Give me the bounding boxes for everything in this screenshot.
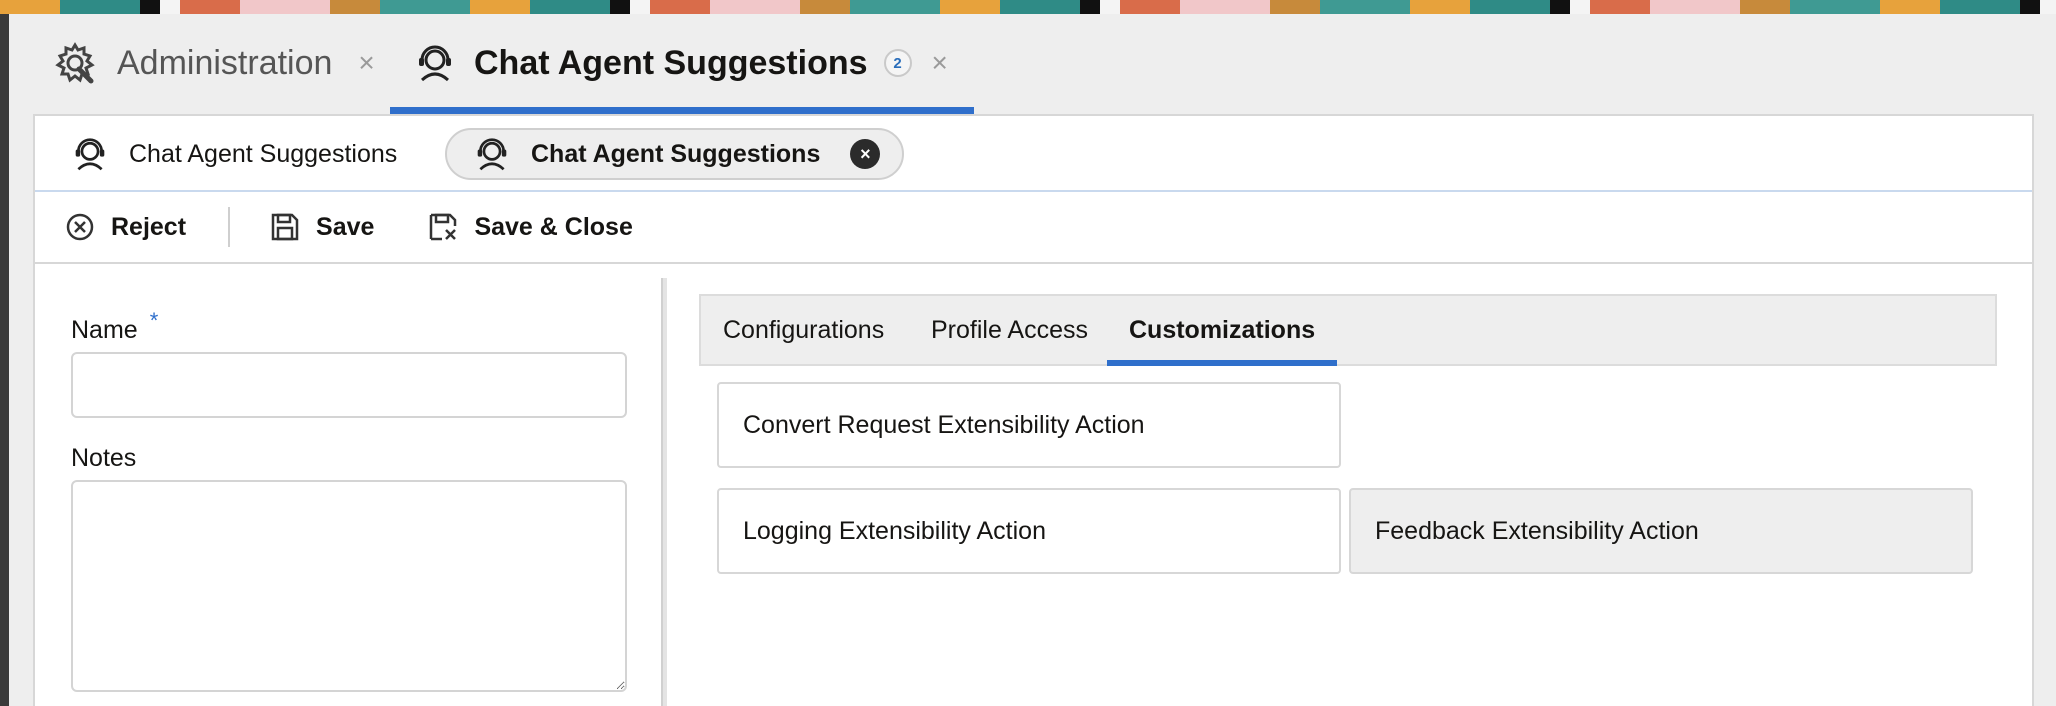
agent-icon [75, 138, 105, 171]
detail-tab-bar: Configurations Profile Access Customizat… [699, 294, 1997, 366]
gear-icon [55, 42, 95, 84]
sub-tab-bar: Chat Agent Suggestions Chat Agent Sugges… [35, 116, 2032, 192]
save-close-icon [430, 213, 457, 241]
sub-tab-label: Chat Agent Suggestions [531, 139, 821, 168]
count-badge: 2 [883, 49, 912, 77]
tab-chat-agent-suggestions-label: Chat Agent Suggestions [474, 43, 868, 82]
detail-area: Configurations Profile Access Customizat… [699, 294, 1997, 706]
tab-administration[interactable]: Administration × [53, 14, 375, 112]
convert-request-extensibility-action-card[interactable]: Convert Request Extensibility Action [717, 382, 1341, 468]
sub-tab-label: Chat Agent Suggestions [129, 139, 398, 168]
save-and-close-button[interactable]: Save & Close [428, 191, 633, 263]
card-label: Convert Request Extensibility Action [743, 410, 1145, 439]
agent-icon [419, 45, 451, 82]
name-input[interactable] [71, 352, 627, 418]
card-label: Logging Extensibility Action [743, 516, 1046, 545]
general-form: Name * Notes [35, 264, 661, 706]
save-and-close-label: Save & Close [474, 212, 633, 241]
panel-splitter[interactable] [661, 278, 667, 706]
tab-administration-label: Administration [117, 43, 333, 82]
logging-extensibility-action-card[interactable]: Logging Extensibility Action [717, 488, 1341, 574]
card-label: Feedback Extensibility Action [1375, 516, 1699, 545]
tab-configurations[interactable]: Configurations [723, 296, 884, 364]
reject-label: Reject [111, 212, 187, 241]
close-circle-icon[interactable]: × [850, 139, 881, 169]
tab-customizations[interactable]: Customizations [1107, 296, 1338, 366]
sub-tab-chat-agent-suggestions-list[interactable]: Chat Agent Suggestions [73, 128, 397, 180]
reject-icon [66, 213, 94, 241]
record-panel: Chat Agent Suggestions Chat Agent Sugges… [33, 114, 2034, 706]
sub-tab-chat-agent-suggestions-record[interactable]: Chat Agent Suggestions × [445, 128, 905, 180]
close-icon[interactable]: × [358, 47, 374, 79]
toolbar-divider [228, 207, 231, 247]
app-window: Administration × Chat Agent Suggestions … [9, 14, 2056, 706]
tab-profile-access[interactable]: Profile Access [931, 296, 1088, 364]
name-field-label: Name * [71, 308, 158, 345]
notes-field-label: Notes [71, 444, 137, 472]
required-marker: * [149, 308, 159, 333]
save-icon [271, 213, 299, 241]
agent-icon [477, 138, 507, 171]
name-label-text: Name [71, 316, 138, 344]
reject-button[interactable]: Reject [65, 191, 186, 263]
notes-textarea[interactable] [71, 480, 627, 692]
save-button[interactable]: Save [270, 191, 374, 263]
tab-chat-agent-suggestions[interactable]: Chat Agent Suggestions 2 × [390, 14, 974, 114]
close-icon[interactable]: × [932, 47, 948, 79]
save-label: Save [316, 212, 375, 241]
record-toolbar: Reject Save Save & Close [35, 192, 2032, 264]
feedback-extensibility-action-card[interactable]: Feedback Extensibility Action [1349, 488, 1973, 574]
top-tab-bar: Administration × Chat Agent Suggestions … [9, 14, 2056, 114]
desktop-wallpaper [0, 0, 2056, 14]
